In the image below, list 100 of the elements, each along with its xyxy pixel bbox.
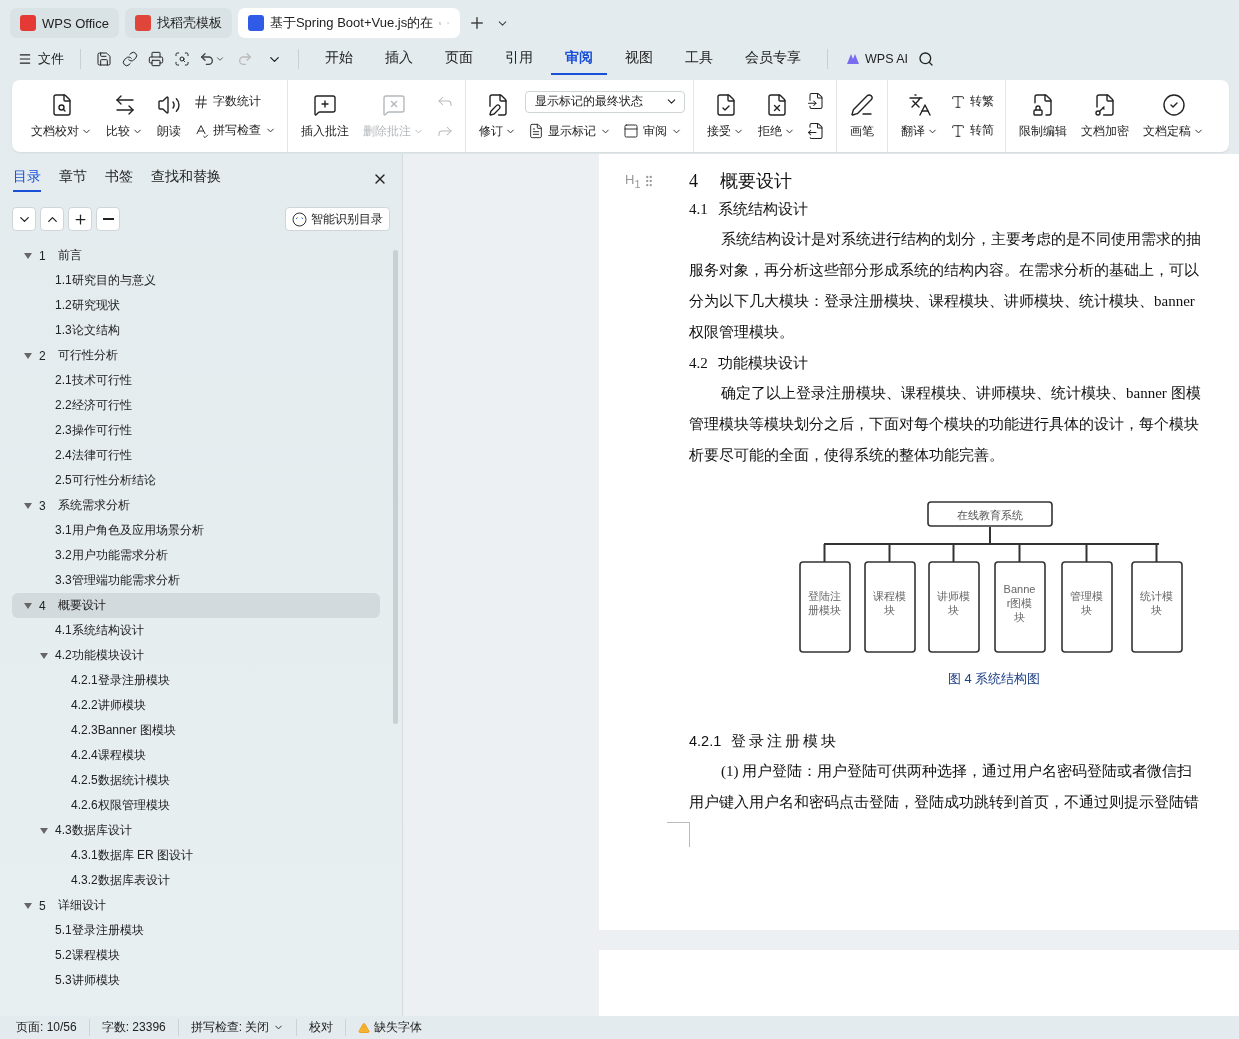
pane-tab[interactable]: 目录 bbox=[13, 166, 41, 192]
outline-item[interactable]: 3.3管理端功能需求分析 bbox=[12, 568, 380, 593]
ribbon-button[interactable]: 文档加密 bbox=[1076, 88, 1134, 144]
pane-tab[interactable]: 查找和替换 bbox=[151, 166, 221, 192]
outline-item[interactable]: 1.1研究目的与意义 bbox=[12, 268, 380, 293]
ribbon-icon bbox=[623, 123, 639, 139]
menu-tab[interactable]: 开始 bbox=[311, 43, 367, 75]
outline-item[interactable]: 4.3.1数据库 ER 图设计 bbox=[12, 843, 380, 868]
ribbon-icon bbox=[807, 92, 825, 110]
outline-item[interactable]: 4.3数据库设计 bbox=[12, 818, 380, 843]
expand-arrow-icon[interactable] bbox=[24, 501, 32, 510]
ai-button[interactable]: WPS AI bbox=[840, 51, 915, 67]
print-icon[interactable] bbox=[148, 51, 164, 67]
ribbon-button[interactable]: 拼写检查 bbox=[190, 120, 279, 141]
ribbon-button[interactable]: 比较 bbox=[101, 88, 148, 144]
outline-item[interactable]: 5 详细设计 bbox=[12, 893, 380, 918]
expand-arrow-icon[interactable] bbox=[24, 251, 32, 260]
outline-item[interactable]: 4.2.5数据统计模块 bbox=[12, 768, 380, 793]
ribbon-button[interactable]: 转简 bbox=[947, 120, 997, 141]
menu-tab[interactable]: 页面 bbox=[431, 43, 487, 75]
ribbon-button[interactable]: 限制编辑 bbox=[1014, 88, 1072, 144]
outline-item[interactable]: 1.3论文结构 bbox=[12, 318, 380, 343]
pane-tab[interactable]: 书签 bbox=[105, 166, 133, 192]
outline-item[interactable]: 5.2课程模块 bbox=[12, 943, 380, 968]
remove-button[interactable] bbox=[96, 207, 120, 231]
ribbon-button[interactable]: 审阅 bbox=[620, 120, 685, 142]
outline-title: 1.2研究现状 bbox=[55, 297, 120, 314]
ribbon-icon bbox=[950, 122, 966, 139]
outline-item[interactable]: 3.2用户功能需求分析 bbox=[12, 543, 380, 568]
menu-tab[interactable]: 视图 bbox=[611, 43, 667, 75]
outline-item[interactable]: 4.2.6权限管理模块 bbox=[12, 793, 380, 818]
root-node: 在线教育系统 bbox=[927, 501, 1053, 527]
status-item[interactable]: 字数: 23396 bbox=[89, 1019, 179, 1036]
smart-outline-button[interactable]: 智能识别目录 bbox=[285, 207, 390, 231]
ribbon-button[interactable]: 插入批注 bbox=[296, 88, 354, 144]
outline-item[interactable]: 2.3操作可行性 bbox=[12, 418, 380, 443]
outline-item[interactable]: 2.2经济可行性 bbox=[12, 393, 380, 418]
outline-item[interactable]: 1.2研究现状 bbox=[12, 293, 380, 318]
status-item[interactable]: 拼写检查: 关闭 bbox=[178, 1019, 298, 1036]
ribbon-button[interactable]: 显示标记 bbox=[525, 120, 614, 142]
add-button[interactable] bbox=[68, 207, 92, 231]
ribbon-icon bbox=[1031, 92, 1055, 117]
ribbon-button[interactable]: 拒绝 bbox=[753, 88, 800, 144]
menu-tab[interactable]: 会员专享 bbox=[731, 43, 815, 75]
menu-tab[interactable]: 工具 bbox=[671, 43, 727, 75]
status-item[interactable]: 页面: 10/56 bbox=[16, 1019, 90, 1036]
file-menu-button[interactable]: 文件 bbox=[14, 46, 68, 72]
ribbon-icon bbox=[950, 93, 966, 110]
outline-title: 前言 bbox=[58, 247, 82, 264]
outline-item[interactable]: 2.1技术可行性 bbox=[12, 368, 380, 393]
document-tab[interactable]: WPS Office bbox=[10, 8, 119, 38]
ribbon-button[interactable]: 翻译 bbox=[896, 88, 943, 144]
outline-item[interactable]: 4.2.4课程模块 bbox=[12, 743, 380, 768]
menu-tab[interactable]: 审阅 bbox=[551, 43, 607, 75]
ribbon-button[interactable]: 文档校对 bbox=[26, 88, 97, 144]
save-icon[interactable] bbox=[96, 51, 112, 67]
preview-icon[interactable] bbox=[174, 51, 190, 67]
ribbon-button[interactable]: 画笔 bbox=[845, 88, 879, 144]
outline-item[interactable]: 2.4法律可行性 bbox=[12, 443, 380, 468]
ribbon-button[interactable]: 接受 bbox=[702, 88, 749, 144]
ribbon-button[interactable]: 修订 bbox=[474, 88, 521, 144]
ribbon-button[interactable]: 朗读 bbox=[152, 88, 186, 144]
tab-title: 找稻壳模板 bbox=[156, 14, 222, 32]
menu-tab[interactable]: 引用 bbox=[491, 43, 547, 75]
expand-button[interactable] bbox=[12, 207, 36, 231]
search-icon[interactable] bbox=[918, 51, 935, 67]
ribbon-button[interactable]: 文档定稿 bbox=[1138, 88, 1209, 144]
pane-tab[interactable]: 章节 bbox=[59, 166, 87, 192]
paragraph-line: 确定了以上登录注册模块、课程模块、讲师模块、统计模块、banner 图模 bbox=[720, 384, 1202, 403]
status-item[interactable]: 校对 bbox=[297, 1019, 347, 1036]
expand-arrow-icon[interactable] bbox=[40, 826, 48, 835]
outline-title: 可行性分析 bbox=[58, 347, 118, 364]
ribbon-button[interactable]: 字数统计 bbox=[190, 91, 279, 112]
outline-item[interactable]: 4.2.3Banner 图模块 bbox=[12, 718, 380, 743]
expand-arrow-icon[interactable] bbox=[40, 651, 48, 660]
link-icon[interactable] bbox=[122, 51, 138, 67]
outline-number: 1 bbox=[39, 248, 47, 263]
status-item[interactable]: 缺失字体 bbox=[346, 1019, 435, 1036]
outline-item[interactable]: 3.1用户角色及应用场景分析 bbox=[12, 518, 380, 543]
document-tab[interactable]: 找稻壳模板 bbox=[124, 8, 232, 38]
outline-item[interactable]: 5.1登录注册模块 bbox=[12, 918, 380, 943]
outline-item[interactable]: 3 系统需求分析 bbox=[12, 493, 380, 518]
outline-item[interactable]: 4.2.2讲师模块 bbox=[12, 693, 380, 718]
outline-item[interactable]: 4 概要设计 bbox=[12, 593, 380, 618]
outline-item[interactable]: 2.5可行性分析结论 bbox=[12, 468, 380, 493]
markup-dropdown[interactable]: 显示标记的最终状态 bbox=[525, 90, 685, 113]
outline-number: 5 bbox=[39, 898, 47, 913]
outline-item[interactable]: 4.1系统结构设计 bbox=[12, 618, 380, 643]
outline-item[interactable]: 4.3.2数据库表设计 bbox=[12, 868, 380, 893]
expand-arrow-icon[interactable] bbox=[24, 901, 32, 910]
expand-arrow-icon[interactable] bbox=[24, 601, 32, 610]
outline-item[interactable]: 1 前言 bbox=[12, 243, 380, 268]
outline-item[interactable]: 5.3讲师模块 bbox=[12, 968, 380, 993]
ribbon-button[interactable]: 转繁 bbox=[947, 91, 997, 112]
outline-item[interactable]: 2 可行性分析 bbox=[12, 343, 380, 368]
expand-arrow-icon[interactable] bbox=[24, 351, 32, 360]
heading-text: 功能模块设计 bbox=[717, 353, 808, 373]
outline-item[interactable]: 4.2功能模块设计 bbox=[12, 643, 380, 668]
outline-item[interactable]: 4.2.1登录注册模块 bbox=[12, 668, 380, 693]
menu-tab[interactable]: 插入 bbox=[371, 43, 427, 75]
